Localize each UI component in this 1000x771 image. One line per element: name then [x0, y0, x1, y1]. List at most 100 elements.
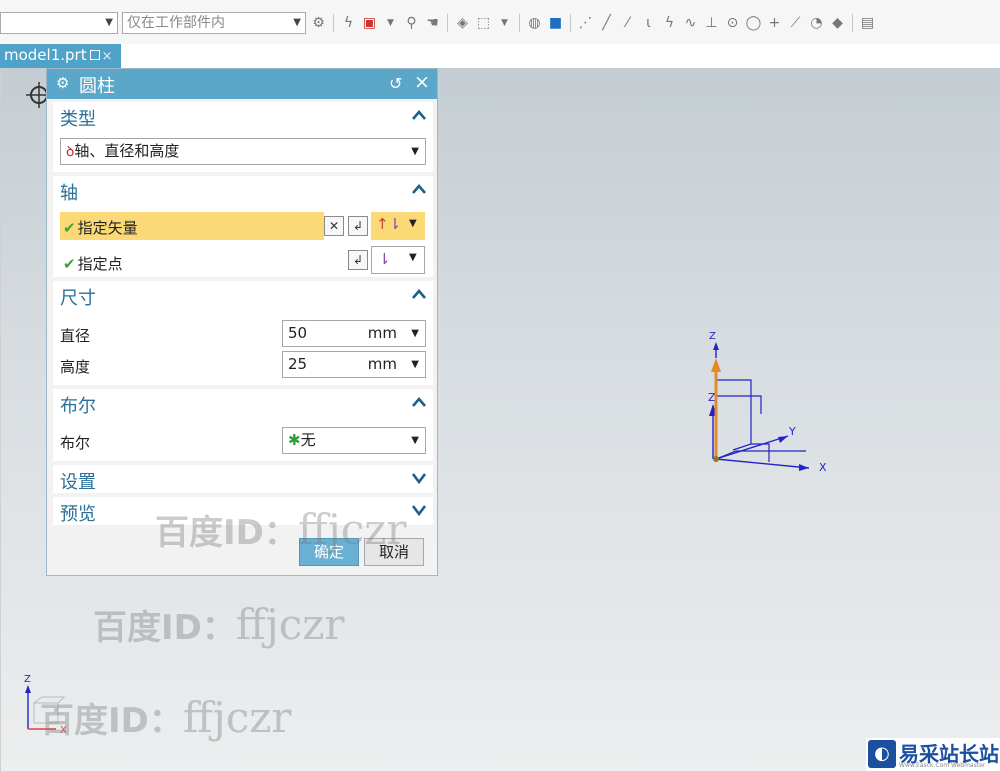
diameter-input[interactable]: 50 mm ▼ [282, 320, 426, 347]
layer-icon[interactable]: ▤ [859, 14, 876, 32]
section-title-axis: 轴 [60, 183, 78, 204]
y-axis [715, 435, 789, 460]
x-axis-label: X [819, 461, 827, 474]
boolean-select[interactable]: ✱无 ▼ [282, 427, 426, 454]
point-inferred-select[interactable]: ⇂ ▼ [371, 246, 425, 274]
face-snap-icon[interactable]: ◆ [829, 14, 846, 32]
watermark: 百度ID：ffjczr [40, 693, 292, 742]
point-type-icon: ⇂ [378, 250, 391, 268]
chevron-down-icon[interactable]: ▼ [411, 321, 419, 346]
vector-inferred-select[interactable]: ↑⇂ ▼ [371, 212, 425, 240]
datum-csys[interactable]: X Y Z Z [691, 318, 841, 478]
datum-plane-xz [715, 379, 752, 459]
collapse-chevron-icon[interactable] [412, 395, 426, 409]
reverse-direction-button[interactable]: ✕ [324, 216, 344, 236]
boolean-label: 布尔 [60, 434, 91, 452]
selection-toolbar-icons: ⚙ ϟ ▣ ▼ ⚲ ☚ ◈ ⬚ ▼ ◍ ■ ⋰ ╱ ⁄ ɩ ϟ ∿ ⊥ ⊙ ◯ … [310, 13, 876, 33]
section-title-dimensions: 尺寸 [60, 288, 96, 309]
collapse-chevron-icon[interactable] [412, 182, 426, 196]
dropdown-arrow-icon[interactable]: ▼ [496, 14, 513, 32]
chevron-down-icon[interactable]: ▼ [411, 352, 419, 377]
diameter-unit: mm [367, 324, 397, 342]
dialog-header: ⚙ 圆柱 ↺ × [47, 69, 437, 99]
spline-snap-icon[interactable]: ∿ [682, 14, 699, 32]
expand-chevron-icon[interactable] [412, 471, 426, 485]
specify-vector-row[interactable]: ✔ 指定矢量 [60, 212, 324, 240]
gear-icon[interactable]: ⚙ [56, 74, 69, 92]
lasso-select-icon[interactable]: ◈ [454, 14, 471, 32]
chevron-down-icon: ▼ [105, 17, 113, 28]
window-restore-icon[interactable] [89, 50, 100, 60]
vector-dialog-button[interactable]: ↲ [348, 216, 368, 236]
checkmark-icon: ✔ [63, 255, 76, 273]
logo-subtitle: Www.Easck.Com Webmaster [899, 762, 986, 769]
section-title-preview: 预览 [60, 504, 96, 525]
section-settings[interactable]: 设置 [53, 465, 433, 493]
point-dialog-button[interactable]: ↲ [348, 250, 368, 270]
close-icon[interactable]: × [414, 71, 430, 93]
z-tip-label: Z [709, 331, 716, 342]
watermark: 百度ID：ffjczr [155, 505, 407, 554]
height-value: 25 [288, 355, 308, 373]
toolbar-separator [447, 14, 448, 32]
dropdown-arrow-icon[interactable]: ▼ [382, 14, 399, 32]
rectangle-select-icon[interactable]: ⬚ [475, 14, 492, 32]
cylinder-vector-arrow [711, 358, 721, 372]
curve-snap-icon[interactable]: ɩ [640, 14, 657, 32]
cylinder-type-select[interactable]: ꝺ轴、直径和高度 ▼ [60, 138, 426, 165]
toolbar-separator [519, 14, 520, 32]
section-title-type: 类型 [60, 109, 96, 130]
toolbar-separator [570, 14, 571, 32]
section-title-settings: 设置 [60, 472, 96, 493]
watermark: 百度ID：ffjczr [93, 600, 345, 649]
assembly-filter-icon[interactable]: ⚙ [310, 14, 327, 32]
specify-vector-label: 指定矢量 [77, 219, 138, 237]
tangent-snap-icon[interactable]: ⟋ [787, 14, 804, 32]
height-unit: mm [367, 355, 397, 373]
height-label: 高度 [60, 358, 91, 376]
shaded-view-icon[interactable]: ◍ [526, 14, 543, 32]
tab-close-icon[interactable]: × [102, 49, 113, 64]
pointer-icon[interactable]: ☚ [424, 14, 441, 32]
section-title-boolean: 布尔 [60, 396, 96, 417]
midpoint-snap-icon[interactable]: ⁄ [619, 14, 636, 32]
boolean-none-icon: ✱ [288, 431, 301, 449]
z-axis-tip-arrow [713, 342, 719, 350]
datum-plane-yz [716, 395, 762, 414]
face-rule-icon[interactable]: ▣ [361, 14, 378, 32]
datum-plane-edge [732, 443, 770, 462]
toolbar: ▼ 仅在工作部件内 ▼ ⚙ ϟ ▣ ▼ ⚲ ☚ ◈ ⬚ ▼ ◍ ■ ⋰ ╱ ⁄ … [0, 0, 1000, 45]
selection-scope-select[interactable]: 仅在工作部件内 ▼ [122, 12, 306, 34]
chevron-down-icon: ▼ [409, 218, 417, 229]
intersection-snap-icon[interactable]: ϟ [661, 14, 678, 32]
diameter-value: 50 [288, 324, 308, 342]
reset-icon[interactable]: ↺ [389, 74, 402, 93]
curve-rule-icon[interactable]: ϟ [340, 14, 357, 32]
chevron-down-icon: ▼ [411, 435, 419, 446]
solid-cube-icon[interactable]: ■ [547, 14, 564, 32]
expand-chevron-icon[interactable] [412, 503, 426, 517]
line-snap-icon[interactable]: ╱ [598, 14, 615, 32]
y-axis-arrow [778, 436, 788, 443]
collapse-chevron-icon[interactable] [412, 108, 426, 122]
tab-model1[interactable]: model1.prt × [0, 44, 121, 68]
collapse-chevron-icon[interactable] [412, 287, 426, 301]
center-snap-icon[interactable]: ⊙ [724, 14, 741, 32]
type-filter-select[interactable]: ▼ [0, 12, 118, 34]
quadrant-snap-icon[interactable]: ◯ [745, 14, 762, 32]
toolbar-separator [852, 14, 853, 32]
height-input[interactable]: 25 mm ▼ [282, 351, 426, 378]
arc-snap-icon[interactable]: ◔ [808, 14, 825, 32]
snap-icon[interactable]: ⚲ [403, 14, 420, 32]
chevron-down-icon: ▼ [409, 252, 417, 263]
mini-z-label: Z [24, 674, 31, 685]
section-type: 类型 ꝺ轴、直径和高度 ▼ [53, 102, 433, 172]
point-snap-icon[interactable]: + [766, 14, 783, 32]
chevron-down-icon: ▼ [411, 146, 419, 157]
x-axis-arrow [799, 464, 809, 471]
perpendicular-snap-icon[interactable]: ⊥ [703, 14, 720, 32]
y-axis-label: Y [788, 425, 796, 438]
site-logo: ◐ 易采站长站 Www.Easck.Com Webmaster [866, 738, 1000, 771]
dialog-title: 圆柱 [79, 76, 115, 97]
endpoint-snap-icon[interactable]: ⋰ [577, 14, 594, 32]
